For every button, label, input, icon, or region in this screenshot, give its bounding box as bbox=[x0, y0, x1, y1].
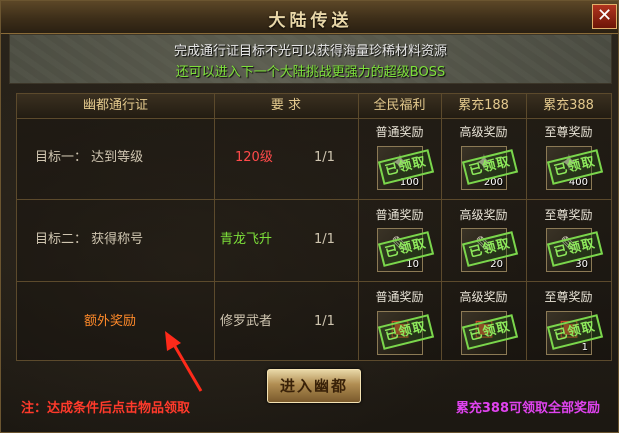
pointer-arrow-icon bbox=[165, 331, 203, 392]
reward-tier-label: 普通奖励 bbox=[375, 125, 424, 139]
reward-item[interactable]: ✎ 20 已领取 bbox=[461, 228, 519, 272]
grid-line bbox=[17, 199, 611, 200]
header-requirement: 要 求 bbox=[214, 94, 358, 118]
intro-line-1: 完成通行证目标不光可以获得海量珍稀材料资源 bbox=[173, 44, 447, 59]
goal-label: 目标二： 获得称号 bbox=[35, 232, 144, 247]
reward-item[interactable]: ▣ 已领取 bbox=[377, 311, 435, 355]
intro-banner: 完成通行证目标不光可以获得海量珍稀材料资源 还可以进入下一个大陆挑战更强力的超级… bbox=[9, 34, 612, 84]
window-title: 大陆传送 bbox=[268, 11, 353, 31]
reward-tier-label: 至尊奖励 bbox=[544, 208, 593, 222]
reward-item[interactable]: ✦ 400 已领取 bbox=[546, 146, 604, 190]
reward-item[interactable]: ✎ 10 已领取 bbox=[377, 228, 435, 272]
goal-label: 目标一： 达到等级 bbox=[35, 150, 144, 165]
intro-line-2: 还可以进入下一个大陆挑战更强力的超级BOSS bbox=[175, 65, 446, 80]
progress-value: 1/1 bbox=[314, 314, 335, 329]
grid-line bbox=[214, 94, 215, 360]
item-count: 1 bbox=[581, 342, 588, 353]
reward-tier-label: 高级奖励 bbox=[459, 208, 508, 222]
progress-value: 1/1 bbox=[314, 150, 335, 165]
header-free-welfare: 全民福利 bbox=[358, 94, 441, 118]
requirement-value: 修罗武者 bbox=[220, 314, 273, 329]
grid-line bbox=[17, 118, 611, 119]
reward-tier-label: 高级奖励 bbox=[459, 125, 508, 139]
progress-value: 1/1 bbox=[314, 232, 335, 247]
reward-item[interactable]: ▣ 1 已领取 bbox=[546, 311, 604, 355]
reward-item[interactable]: ▣ 已领取 bbox=[461, 311, 519, 355]
grid-line bbox=[17, 281, 611, 282]
close-button[interactable]: ✕ bbox=[592, 4, 617, 29]
reward-tier-label: 普通奖励 bbox=[375, 208, 424, 222]
header-recharge-188: 累充188 bbox=[441, 94, 526, 118]
extra-reward-label: 额外奖励 bbox=[84, 314, 137, 329]
header-pass: 幽都通行证 bbox=[17, 94, 214, 118]
claim-note: 注：达成条件后点击物品领取 bbox=[21, 401, 191, 416]
reward-tier-label: 普通奖励 bbox=[375, 290, 424, 304]
title-bar: 大陆传送 ✕ bbox=[1, 1, 618, 34]
teleport-window: 大陆传送 ✕ 完成通行证目标不光可以获得海量珍稀材料资源 还可以进入下一个大陆挑… bbox=[0, 0, 619, 433]
requirement-value: 青龙飞升 bbox=[220, 232, 273, 247]
enter-youdu-button[interactable]: 进入幽都 bbox=[267, 369, 361, 403]
reward-item[interactable]: ✦ 100 已领取 bbox=[377, 146, 435, 190]
pass-table: 幽都通行证 要 求 全民福利 累充188 累充388 目标一： 达到等级 120… bbox=[16, 93, 612, 361]
requirement-value: 120级 bbox=[235, 150, 273, 165]
reward-tier-label: 至尊奖励 bbox=[544, 290, 593, 304]
reward-tier-label: 至尊奖励 bbox=[544, 125, 593, 139]
reward-item[interactable]: ✦ 200 已领取 bbox=[461, 146, 519, 190]
reward-item[interactable]: ✎ 30 已领取 bbox=[546, 228, 604, 272]
recharge-hint: 累充388可领取全部奖励 bbox=[455, 401, 600, 416]
reward-tier-label: 高级奖励 bbox=[459, 290, 508, 304]
header-recharge-388: 累充388 bbox=[526, 94, 611, 118]
